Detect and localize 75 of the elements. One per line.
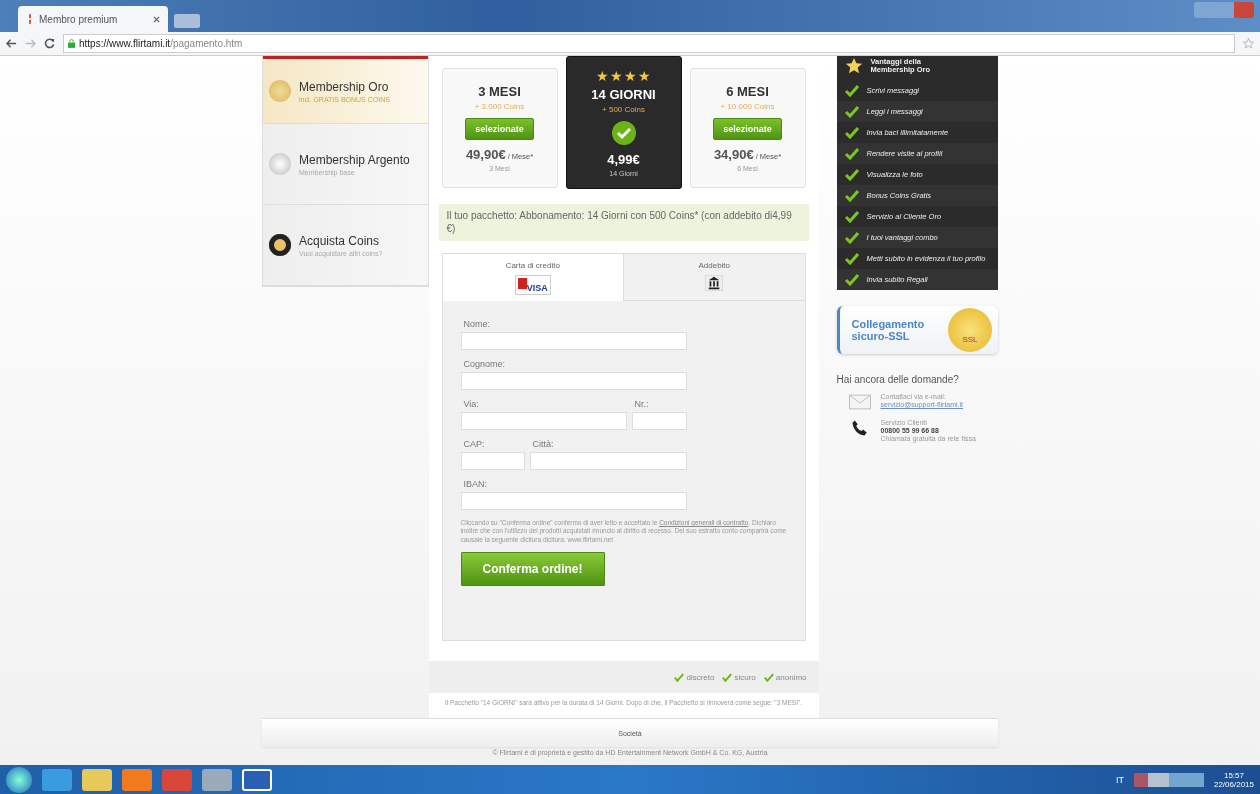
check-icon (611, 121, 636, 145)
check-icon (844, 252, 859, 265)
lock-icon (68, 39, 75, 48)
ssl-seal: SSL (948, 308, 992, 352)
plan-coins: + 3.000 Coins (474, 102, 525, 111)
star-icon: ★ (595, 68, 610, 84)
menu-item-title: Acquista Coins (299, 233, 381, 248)
medal-icon (269, 234, 291, 256)
reload-icon[interactable] (44, 38, 55, 49)
medal-icon (269, 153, 291, 175)
plan-price: 49,90€ (465, 147, 506, 162)
start-button[interactable] (6, 766, 32, 793)
address-bar[interactable]: https://www.flirtami.it/pagamento.htm (63, 34, 1235, 53)
check-icon (674, 672, 685, 682)
star-icon (844, 57, 863, 75)
menu-item-title: Membership Argento (299, 152, 410, 167)
plan-name: 6 MESI (726, 84, 769, 99)
star-icon[interactable] (1243, 38, 1254, 49)
field-label: IBAN: (463, 479, 487, 489)
check-icon (844, 210, 859, 223)
menu-item-title: Membership Oro (299, 79, 390, 94)
tab-title: Membro premium (39, 13, 119, 25)
iban-field[interactable] (460, 492, 687, 510)
trust-label: sicuro (734, 672, 756, 682)
browser-tab[interactable]: Membro premium (18, 6, 168, 32)
envelope-icon (848, 393, 871, 411)
postcode-field[interactable] (460, 452, 525, 470)
medal-icon (269, 80, 291, 102)
payment-tab[interactable]: Carta di credito VISA (442, 254, 624, 301)
package-summary: Il tuo pacchetto: Abbonamento: 14 Giorni con 500 Coins* (con addebito di4,99 €) (438, 204, 809, 241)
back-icon[interactable] (6, 38, 17, 49)
window-controls[interactable] (1194, 2, 1254, 18)
house-number-field[interactable] (631, 412, 687, 430)
bank-icon (705, 275, 724, 291)
plan-coins: + 10.000 Coins (720, 102, 775, 111)
plan-coins: + 500 Coins (602, 105, 645, 114)
field-label: CAP: (463, 439, 485, 449)
street-field[interactable] (460, 412, 627, 430)
check-icon (844, 189, 859, 202)
surname-field[interactable] (460, 372, 687, 390)
name-field[interactable] (460, 332, 687, 350)
field-label: Nome: (463, 319, 490, 329)
help-title: Hai ancora delle domande? (836, 374, 960, 385)
field-label: Città: (532, 439, 554, 449)
field-label: Via: (463, 399, 479, 409)
plan-name: 14 GIORNI (591, 87, 656, 102)
check-icon (844, 84, 859, 97)
check-icon (844, 105, 859, 118)
plan-name: 3 MESI (478, 84, 521, 99)
star-icon: ★ (609, 68, 624, 84)
field-label: Cognome: (463, 359, 506, 369)
field-label: Nr.: (634, 399, 649, 409)
plan-price: 4,99€ (607, 152, 640, 167)
visa-card-logo: VISA (514, 275, 551, 295)
forward-icon[interactable] (25, 38, 36, 49)
star-icon: ★ (637, 68, 652, 84)
plan-price: 34,90€ (713, 147, 754, 162)
check-icon (722, 672, 733, 682)
check-icon (844, 126, 859, 139)
city-field[interactable] (529, 452, 687, 470)
check-icon (844, 273, 859, 286)
ssl-label: Collegamento sicuro-SSL (851, 317, 922, 343)
close-icon[interactable] (153, 15, 160, 23)
check-icon (844, 147, 859, 160)
clock[interactable]: 15:57 22/06/2015 (1213, 770, 1254, 789)
language-indicator[interactable]: IT (1115, 774, 1124, 785)
check-icon (844, 231, 859, 244)
trust-label: discreto (686, 672, 715, 682)
check-icon (763, 672, 774, 682)
new-tab-button[interactable] (174, 14, 200, 28)
tray-icons[interactable] (1133, 772, 1204, 787)
trust-label: anonimo (775, 672, 807, 682)
star-icon: ★ (623, 68, 638, 84)
payment-tab[interactable]: Addebito (624, 254, 805, 301)
check-icon (844, 168, 859, 181)
